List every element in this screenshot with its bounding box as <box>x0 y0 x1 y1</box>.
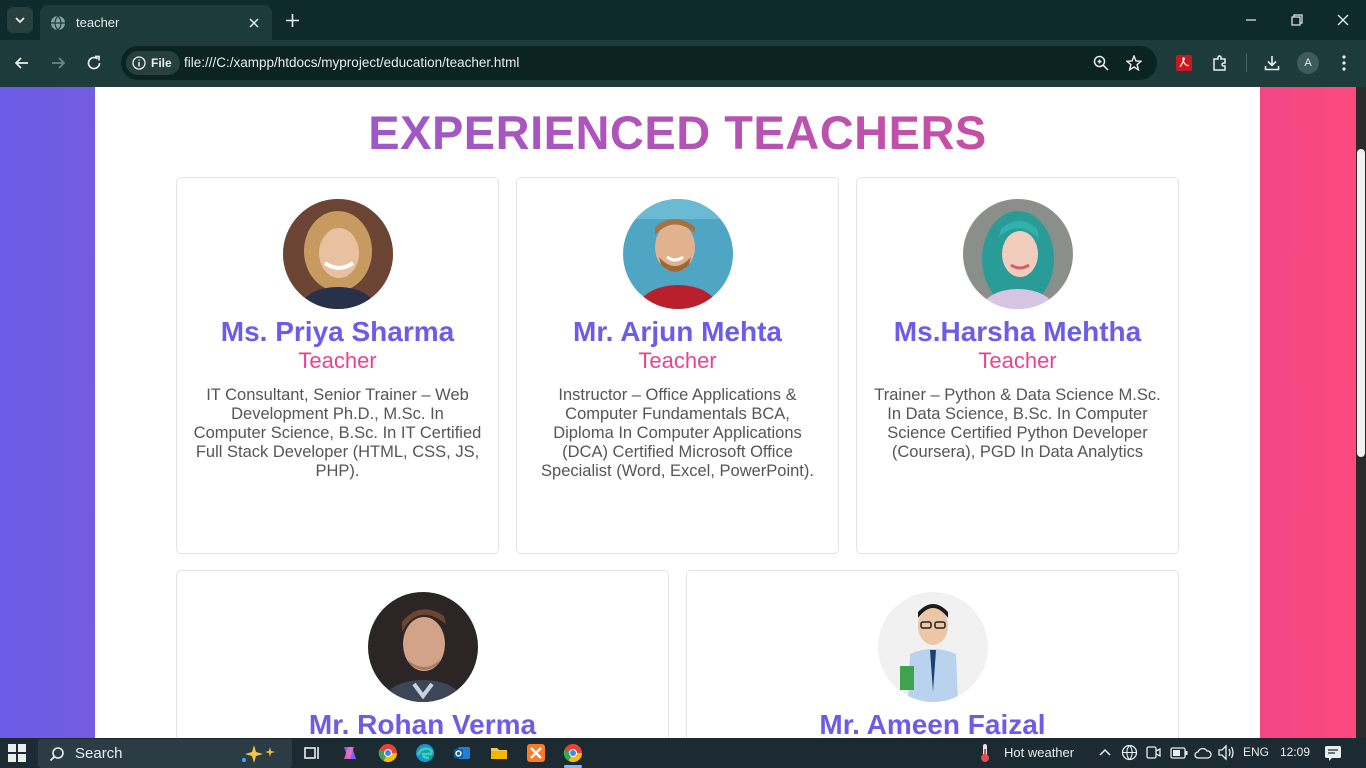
sparkle-icon <box>242 744 275 763</box>
teacher-card: Mr. Rohan Verma <box>176 570 669 738</box>
search-icon <box>49 746 64 761</box>
browser-tab[interactable]: teacher <box>40 5 272 40</box>
xampp-icon[interactable] <box>526 743 546 763</box>
tab-close-icon[interactable] <box>246 15 262 31</box>
teacher-name: Mr. Ameen Faizal <box>819 709 1046 738</box>
new-tab-button[interactable] <box>282 10 302 30</box>
download-icon <box>1264 56 1280 71</box>
teacher-photo <box>622 199 733 309</box>
outlook-icon[interactable] <box>452 743 472 763</box>
site-info-chip[interactable]: File <box>126 51 180 75</box>
teacher-role: Teacher <box>638 348 717 373</box>
back-button[interactable] <box>10 51 34 75</box>
teacher-name: Ms. Priya Sharma <box>220 316 455 347</box>
teacher-card: Mr. Ameen Faizal <box>686 570 1179 738</box>
globe-icon <box>51 15 65 30</box>
arrow-right-icon <box>52 57 66 69</box>
toolbar-divider <box>1246 54 1247 72</box>
battery-icon[interactable] <box>1170 746 1188 760</box>
zoom-button[interactable] <box>1091 53 1111 73</box>
restore-icon <box>1291 14 1303 26</box>
windows-start-icon[interactable] <box>8 744 26 762</box>
page-scrollbar[interactable] <box>1356 87 1366 738</box>
forward-button[interactable] <box>46 51 70 75</box>
task-view-icon[interactable] <box>302 743 322 763</box>
pdf-extension-button[interactable] <box>1173 52 1195 74</box>
reload-button[interactable] <box>82 51 106 75</box>
browser-toolbar: File file:///C:/xampp/htdocs/myproject/e… <box>0 40 1366 87</box>
tab-title: teacher <box>76 15 120 30</box>
taskbar-search[interactable]: Search <box>38 739 292 768</box>
search-label: Search <box>75 745 123 762</box>
volume-icon[interactable] <box>1217 744 1235 761</box>
teacher-name: Mr. Arjun Mehta <box>573 316 782 347</box>
page-viewport: EXPERIENCED TEACHERS Ms. Priya Sharma Te… <box>0 87 1366 738</box>
plus-icon <box>285 13 299 27</box>
info-icon <box>132 56 146 70</box>
teacher-photo <box>962 199 1073 309</box>
address-bar[interactable]: File file:///C:/xampp/htdocs/myproject/e… <box>121 46 1157 80</box>
minimize-icon <box>1246 19 1256 21</box>
extensions-button[interactable] <box>1209 52 1231 74</box>
teacher-card: Ms. Priya Sharma Teacher IT Consultant, … <box>176 177 499 554</box>
weather-text[interactable]: Hot weather <box>1004 745 1074 760</box>
close-window-button[interactable] <box>1320 0 1366 40</box>
url-text[interactable]: file:///C:/xampp/htdocs/myproject/educat… <box>184 55 519 70</box>
downloads-button[interactable] <box>1261 52 1283 74</box>
teacher-name: Ms.Harsha Mehtha <box>893 316 1142 347</box>
close-icon <box>1337 14 1349 26</box>
teacher-card: Mr. Arjun Mehta Teacher Instructor – Off… <box>516 177 839 554</box>
windows-taskbar: Search Hot weather ENG 12:09 <box>0 738 1366 768</box>
teachers-section: EXPERIENCED TEACHERS Ms. Priya Sharma Te… <box>95 87 1260 738</box>
chrome-icon[interactable] <box>378 743 398 763</box>
teacher-photo <box>367 592 478 702</box>
star-icon <box>1126 55 1142 71</box>
teacher-photo <box>282 199 393 309</box>
reload-icon <box>87 55 101 70</box>
teacher-card: Ms.Harsha Mehtha Teacher Trainer – Pytho… <box>856 177 1179 554</box>
chevron-up-icon[interactable] <box>1098 747 1112 757</box>
thermometer-icon <box>981 744 989 762</box>
teacher-photo <box>877 592 988 702</box>
copilot-icon[interactable] <box>340 743 360 763</box>
camera-icon[interactable] <box>1145 744 1161 761</box>
pdf-icon <box>1176 55 1192 71</box>
profile-avatar[interactable]: A <box>1297 52 1319 74</box>
edge-icon[interactable] <box>415 743 435 763</box>
teacher-description: Trainer – Python & Data Science M.Sc. In… <box>874 386 1161 461</box>
tab-strip: teacher <box>0 0 1366 40</box>
file-explorer-icon[interactable] <box>489 743 509 763</box>
menu-button[interactable] <box>1333 52 1355 74</box>
clock[interactable]: 12:09 <box>1280 745 1310 759</box>
site-info-label: File <box>151 56 172 70</box>
teacher-name: Mr. Rohan Verma <box>308 709 537 738</box>
scrollbar-thumb[interactable] <box>1357 149 1365 457</box>
puzzle-icon <box>1213 55 1226 71</box>
minimize-button[interactable] <box>1228 0 1274 40</box>
page-title: EXPERIENCED TEACHERS <box>95 105 1260 160</box>
teacher-role: Teacher <box>978 348 1057 373</box>
chrome-active-icon[interactable] <box>563 743 583 763</box>
kebab-menu-icon <box>1342 55 1346 71</box>
language-indicator[interactable]: ENG <box>1243 745 1269 759</box>
notification-icon[interactable] <box>1324 744 1342 762</box>
bookmark-button[interactable] <box>1124 53 1144 73</box>
arrow-left-icon <box>14 57 28 69</box>
chevron-down-icon <box>15 17 25 24</box>
cloud-icon[interactable] <box>1194 745 1212 761</box>
teacher-description: IT Consultant, Senior Trainer – Web Deve… <box>193 386 482 480</box>
zoom-icon <box>1093 55 1109 71</box>
tab-search-button[interactable] <box>7 7 33 33</box>
network-globe-icon[interactable] <box>1121 744 1138 761</box>
restore-button[interactable] <box>1274 0 1320 40</box>
teacher-description: Instructor – Office Applications & Compu… <box>541 386 814 480</box>
teacher-role: Teacher <box>298 348 377 373</box>
